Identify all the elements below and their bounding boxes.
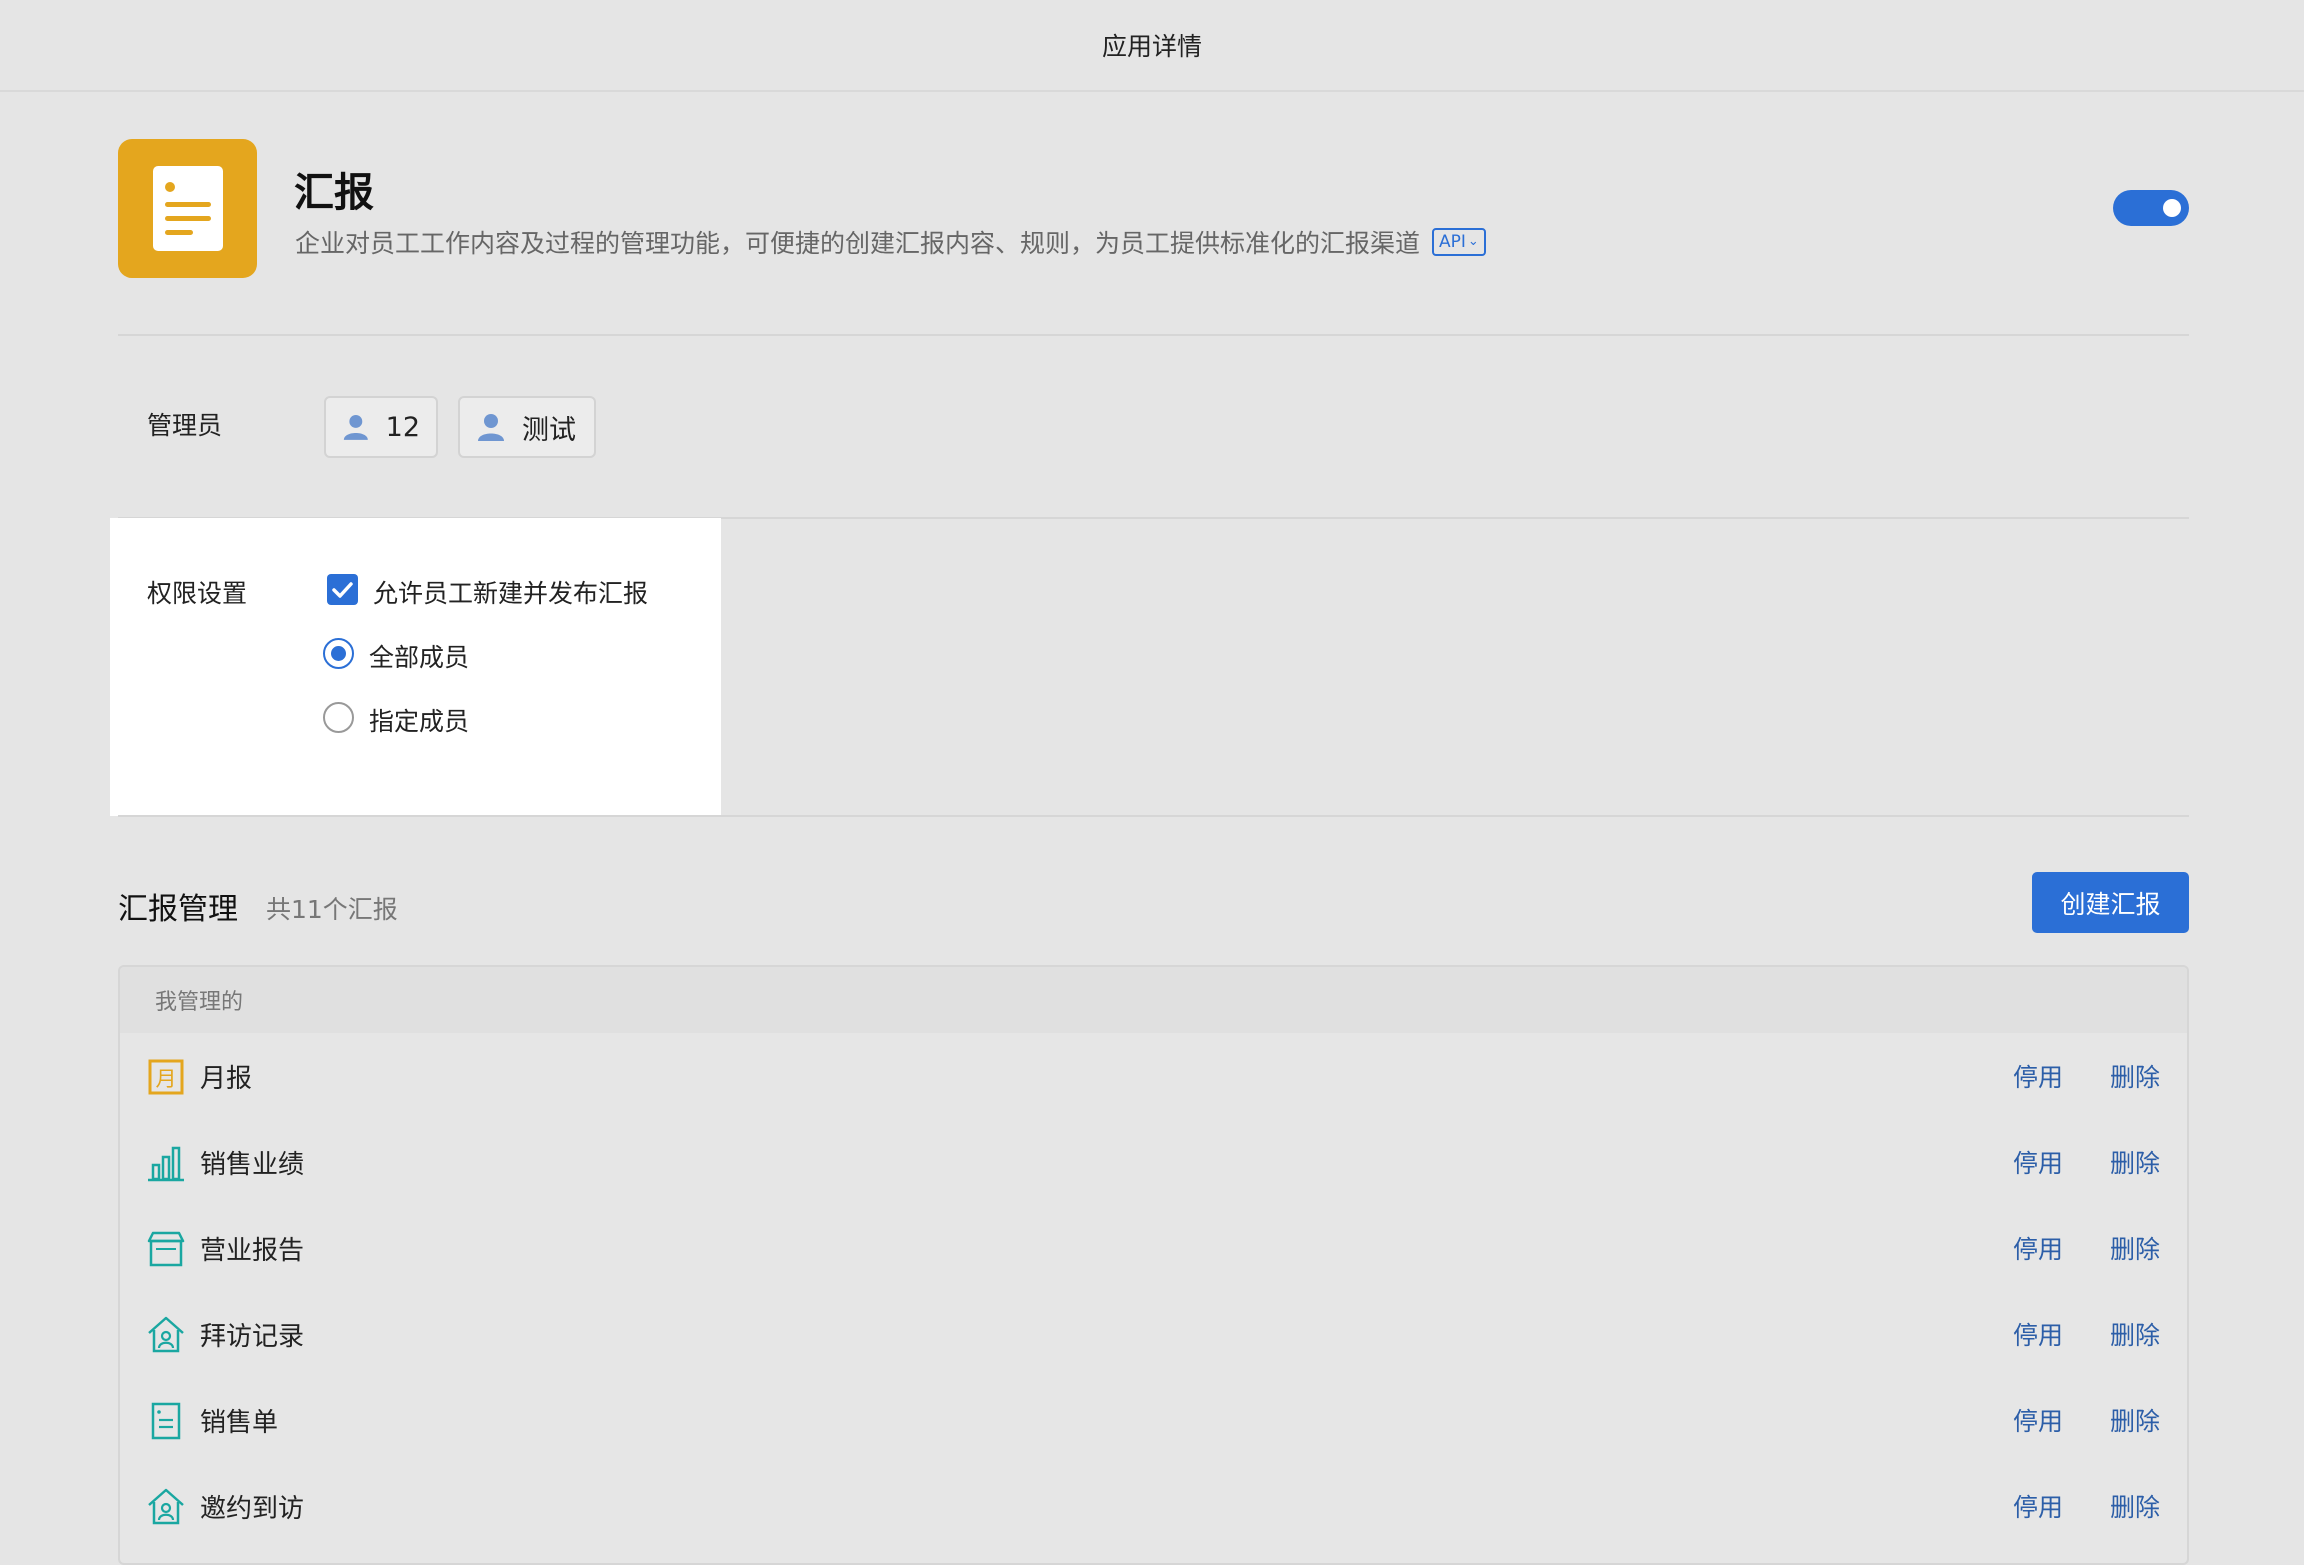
report-name: 销售单 — [200, 1407, 279, 1438]
person-icon — [343, 415, 368, 440]
disable-button[interactable]: 停用 — [2013, 1144, 2063, 1180]
person-icon — [478, 414, 504, 441]
admin-name: 测试 — [522, 414, 576, 446]
list-item[interactable]: 拜访记录 停用 删除 — [120, 1291, 2187, 1377]
admin-chip-12[interactable]: 12 — [324, 396, 438, 458]
list-item[interactable]: 营业报告 停用 删除 — [120, 1205, 2187, 1291]
group-header-label: 我管理的 — [155, 990, 244, 1015]
app-description: 企业对员工工作内容及过程的管理功能，可便捷的创建汇报内容、规则，为员工提供标准化… — [295, 224, 1486, 260]
list-item[interactable]: 月 月报 停用 删除 — [120, 1033, 2187, 1119]
allow-create-label[interactable]: 允许员工新建并发布汇报 — [373, 574, 648, 610]
svg-text:月: 月 — [156, 1067, 177, 1091]
app-enable-toggle[interactable] — [2113, 190, 2189, 226]
app-description-text: 企业对员工工作内容及过程的管理功能，可便捷的创建汇报内容、规则，为员工提供标准化… — [295, 229, 1421, 258]
report-name: 拜访记录 — [200, 1321, 305, 1352]
permissions-label: 权限设置 — [147, 579, 248, 608]
toggle-knob — [2163, 199, 2181, 217]
api-badge-label: API — [1439, 232, 1466, 252]
list-item[interactable]: 销售单 停用 删除 — [120, 1377, 2187, 1463]
divider — [118, 815, 2189, 817]
delete-button[interactable]: 删除 — [2110, 1230, 2160, 1266]
house-person-icon — [148, 1316, 184, 1353]
report-doc-icon — [118, 139, 257, 278]
report-list: 我管理的 月 月报 停用 删除 销售业绩 停用 删除 营业报告 停用 删除 拜访… — [118, 965, 2189, 1565]
report-management-title: 汇报管理 — [118, 892, 238, 927]
store-icon — [147, 1231, 185, 1267]
document-list-icon — [151, 1402, 181, 1440]
list-item[interactable]: 邀约到访 停用 删除 — [120, 1463, 2187, 1549]
window-title-bar: 应用详情 — [0, 0, 2304, 92]
radio-specified-members-label[interactable]: 指定成员 — [369, 702, 469, 738]
admin-chip-test[interactable]: 测试 — [458, 396, 596, 458]
report-name: 营业报告 — [200, 1235, 305, 1266]
report-name: 邀约到访 — [200, 1493, 305, 1524]
radio-all-members-label[interactable]: 全部成员 — [369, 638, 469, 674]
disable-button[interactable]: 停用 — [2013, 1058, 2063, 1094]
permission-settings-card: 权限设置 允许员工新建并发布汇报 全部成员 指定成员 — [110, 518, 721, 816]
report-name: 月报 — [200, 1063, 253, 1094]
report-count: 共11个汇报 — [266, 895, 398, 924]
list-item[interactable]: 销售业绩 停用 删除 — [120, 1119, 2187, 1205]
report-name: 销售业绩 — [200, 1149, 305, 1180]
window-title: 应用详情 — [1101, 32, 1202, 61]
delete-button[interactable]: 删除 — [2110, 1488, 2160, 1524]
disable-button[interactable]: 停用 — [2013, 1230, 2063, 1266]
allow-create-checkbox[interactable] — [327, 574, 358, 605]
disable-button[interactable]: 停用 — [2013, 1402, 2063, 1438]
create-report-button[interactable]: 创建汇报 — [2032, 872, 2189, 933]
app-title: 汇报 — [294, 170, 374, 216]
group-header: 我管理的 — [120, 967, 2187, 1033]
bar-chart-icon — [148, 1146, 184, 1182]
delete-button[interactable]: 删除 — [2110, 1144, 2160, 1180]
disable-button[interactable]: 停用 — [2013, 1488, 2063, 1524]
month-calendar-icon: 月 — [148, 1059, 184, 1095]
check-icon — [332, 582, 353, 598]
radio-all-members[interactable] — [323, 638, 354, 669]
chevron-down-icon: ⌄ — [1467, 234, 1479, 249]
delete-button[interactable]: 删除 — [2110, 1316, 2160, 1352]
disable-button[interactable]: 停用 — [2013, 1316, 2063, 1352]
api-badge[interactable]: API ⌄ — [1432, 228, 1486, 256]
radio-specified-members[interactable] — [323, 702, 354, 733]
delete-button[interactable]: 删除 — [2110, 1402, 2160, 1438]
delete-button[interactable]: 删除 — [2110, 1058, 2160, 1094]
divider — [118, 334, 2189, 336]
house-person-icon — [148, 1488, 184, 1525]
admin-name: 12 — [385, 411, 420, 443]
admins-label: 管理员 — [147, 411, 223, 440]
